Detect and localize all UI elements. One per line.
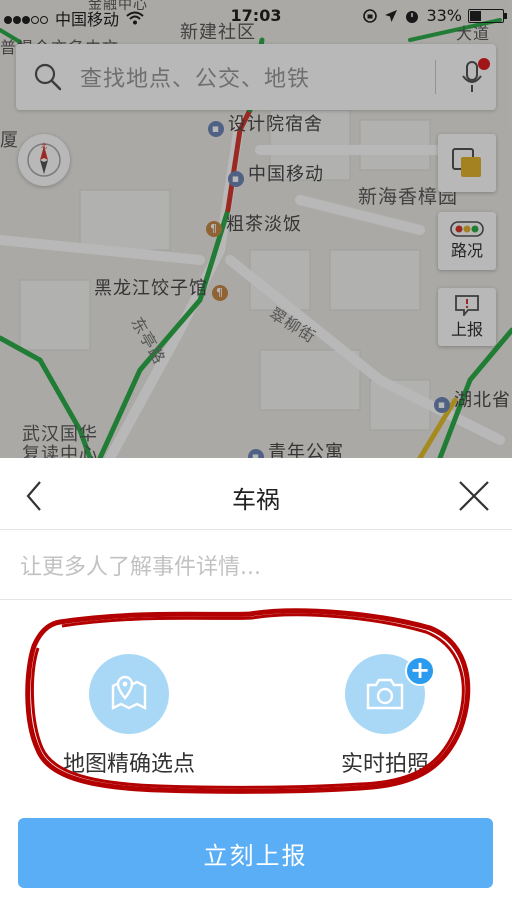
report-actions: 地图精确选点 + 实时拍照 (0, 600, 512, 810)
take-photo-button[interactable]: + 实时拍照 (330, 654, 440, 778)
close-button[interactable] (454, 476, 494, 516)
camera-icon (366, 678, 404, 710)
add-badge-icon: + (405, 656, 435, 686)
take-photo-circle: + (345, 654, 435, 734)
panel-header: 车祸 (0, 458, 512, 530)
map-pin-icon (111, 675, 147, 710)
event-detail-input[interactable]: 让更多人了解事件详情... (0, 530, 512, 600)
map-pick-point-button[interactable]: 地图精确选点 (54, 654, 204, 778)
take-photo-label: 实时拍照 (340, 752, 429, 777)
report-panel: 车祸 让更多人了解事件详情... 地图精确选点 + 实时拍照 立刻上报 (0, 458, 512, 908)
submit-report-button[interactable]: 立刻上报 (18, 818, 493, 888)
map-overlay-dim[interactable] (0, 0, 512, 458)
panel-title: 车祸 (232, 486, 280, 514)
map-pick-circle (89, 654, 169, 734)
map-pick-label: 地图精确选点 (62, 752, 195, 777)
close-icon (459, 481, 489, 511)
